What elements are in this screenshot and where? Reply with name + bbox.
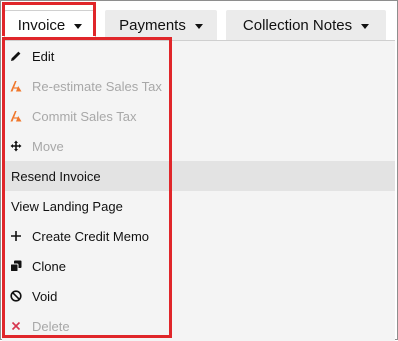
invoice-dropdown-menu: Edit Re-estimate Sales Tax Commit Sales … — [2, 40, 395, 341]
pencil-icon — [10, 50, 22, 62]
menu-item-label: Re-estimate Sales Tax — [32, 78, 162, 94]
menu-item-label: Void — [32, 288, 58, 304]
menu-item-label: Commit Sales Tax — [32, 108, 137, 124]
menu-item-label: Clone — [32, 258, 66, 274]
tab-payments-label: Payments — [119, 16, 186, 34]
tab-payments[interactable]: Payments — [105, 10, 217, 40]
menu-item-view-landing-page[interactable]: View Landing Page — [2, 191, 395, 221]
clone-icon — [10, 260, 22, 272]
tab-collection-notes[interactable]: Collection Notes — [226, 10, 386, 40]
menu-item-label: Edit — [32, 48, 55, 64]
menu-item-label: Move — [32, 138, 64, 154]
avalara-logo-icon — [10, 110, 22, 122]
tab-invoice-label: Invoice — [17, 17, 66, 34]
move-arrows-icon — [10, 140, 22, 152]
tab-collection-notes-label: Collection Notes — [242, 16, 353, 34]
menu-item-clone[interactable]: Clone — [2, 251, 395, 281]
menu-item-re-estimate-sales-tax[interactable]: Re-estimate Sales Tax — [2, 71, 395, 101]
menu-item-label: View Landing Page — [11, 198, 123, 214]
ban-icon — [10, 290, 22, 302]
menu-item-label: Resend Invoice — [11, 168, 101, 184]
avalara-logo-icon — [10, 80, 22, 92]
menu-item-label: Delete — [32, 318, 70, 334]
menu-item-resend-invoice[interactable]: Resend Invoice — [2, 161, 395, 191]
menu-item-commit-sales-tax[interactable]: Commit Sales Tax — [2, 101, 395, 131]
chevron-down-icon — [361, 23, 370, 29]
app-frame: Invoice Payments Collection Notes Edit R… — [0, 0, 398, 341]
tab-invoice[interactable]: Invoice — [4, 10, 96, 40]
menu-item-label: Create Credit Memo — [32, 228, 150, 244]
menu-item-void[interactable]: Void — [2, 281, 395, 311]
chevron-down-icon — [194, 23, 203, 29]
chevron-down-icon — [74, 24, 83, 29]
menu-item-move[interactable]: Move — [2, 131, 395, 161]
delete-x-icon — [10, 320, 22, 332]
plus-icon — [10, 230, 22, 242]
tab-bar: Invoice Payments Collection Notes — [1, 1, 398, 41]
menu-item-edit[interactable]: Edit — [2, 41, 395, 71]
menu-item-delete[interactable]: Delete — [2, 311, 395, 341]
menu-item-create-credit-memo[interactable]: Create Credit Memo — [2, 221, 395, 251]
